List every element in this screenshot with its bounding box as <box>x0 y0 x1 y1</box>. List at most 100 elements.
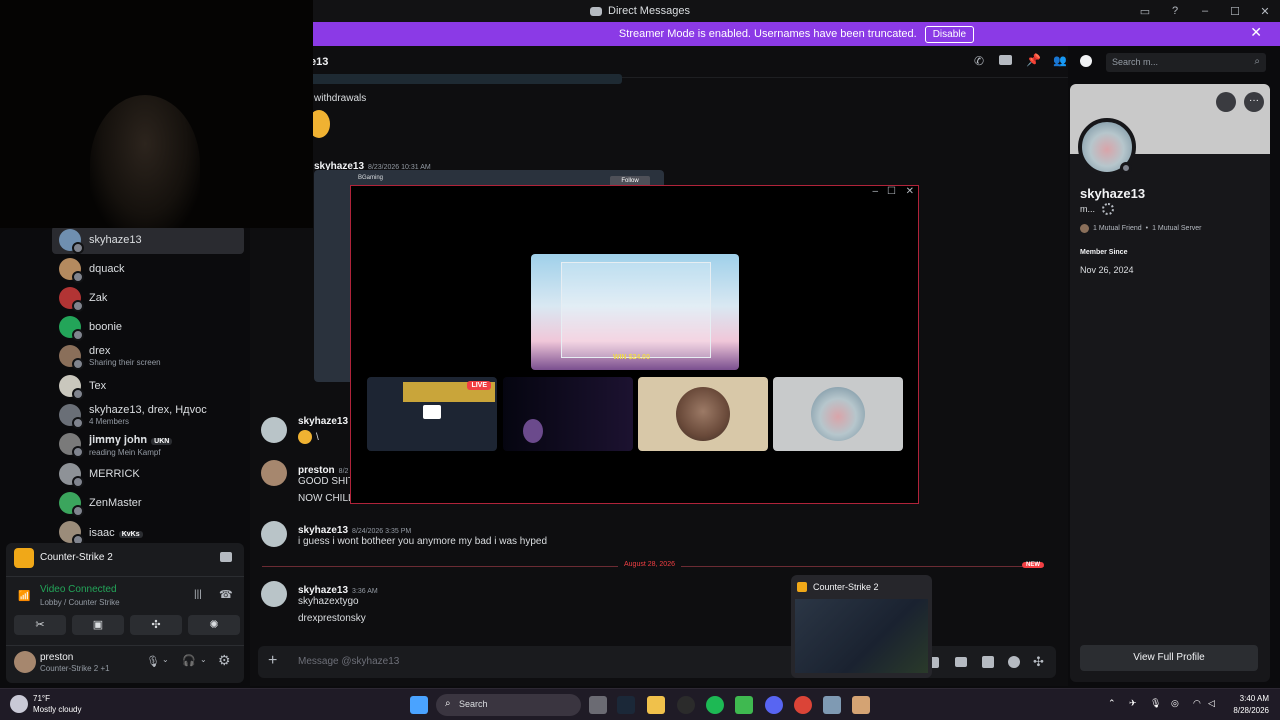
voice-channel[interactable]: Lobby / Counter Strike <box>40 598 120 607</box>
help-icon[interactable]: ? <box>1160 5 1190 17</box>
embed-remnant <box>298 74 622 84</box>
stream-video[interactable]: WIN $24.00 <box>531 254 739 370</box>
gear-icon[interactable]: ⚙ <box>218 652 231 669</box>
self-avatar[interactable] <box>14 651 36 673</box>
close-button[interactable]: ✕ <box>906 186 914 197</box>
activities-button[interactable]: ✣ <box>130 615 182 635</box>
spotify-icon[interactable] <box>706 696 724 714</box>
dm-item[interactable]: 𝐣𝐢𝐦𝐦𝐲 𝐣𝐨𝐡𝐧 UKN reading Mein Kampf <box>52 430 244 458</box>
camera-off-button[interactable]: ✂ <box>14 615 66 635</box>
mutual-servers[interactable]: 1 Mutual Server <box>1152 225 1201 232</box>
emoji-picker-icon[interactable] <box>1008 656 1020 668</box>
maximize-button[interactable]: ☐ <box>1220 5 1250 18</box>
avatar[interactable] <box>261 460 287 486</box>
streamer-mode-banner: Streamer Mode is enabled. Usernames have… <box>313 22 1280 46</box>
mutuals[interactable]: 1 Mutual Friend • 1 Mutual Server <box>1080 224 1202 233</box>
message-author[interactable]: preston <box>298 465 335 476</box>
more-icon[interactable]: ··· <box>1244 92 1264 112</box>
dm-item[interactable]: ZenMaster <box>52 489 244 517</box>
taskbar-search[interactable]: ⌕ Search <box>436 694 581 716</box>
dm-item[interactable]: Tex <box>52 372 244 400</box>
search-label: Search <box>459 699 488 709</box>
chevron-up-icon[interactable]: ⌃ <box>1108 698 1116 709</box>
sticker-icon[interactable] <box>982 656 994 668</box>
dm-subtitle: 4 Members <box>89 416 130 426</box>
task-view-icon[interactable] <box>589 696 607 714</box>
participant-tile[interactable] <box>638 377 768 451</box>
dm-item[interactable]: skyhaze13 <box>52 226 244 254</box>
wifi-icon[interactable]: ◠ <box>1193 698 1201 709</box>
dm-item[interactable]: isaac KvKs <box>52 518 244 546</box>
headphones-icon[interactable]: 🎧 <box>182 654 196 667</box>
user-profile-icon[interactable] <box>1080 55 1092 67</box>
view-full-profile-button[interactable]: View Full Profile <box>1080 645 1258 671</box>
stream-tile-screen[interactable]: LIVE <box>367 377 497 451</box>
gif-icon[interactable] <box>955 657 967 667</box>
file-explorer-icon[interactable] <box>647 696 665 714</box>
add-friend-icon[interactable]: 👥 <box>1053 54 1067 67</box>
microphone-icon[interactable]: 🎙 <box>1150 698 1161 709</box>
screen-share-button[interactable]: ▣ <box>72 615 124 635</box>
dm-name: drex <box>89 344 111 357</box>
microphone-icon[interactable]: 🎙 <box>146 655 160 668</box>
disable-button[interactable]: Disable <box>924 25 975 43</box>
obs-icon[interactable] <box>677 696 695 714</box>
discord-icon <box>590 6 603 16</box>
date-divider-label: August 28, 2026 <box>618 561 681 568</box>
participant-tile[interactable] <box>773 377 903 451</box>
clock-time[interactable]: 3:40 AM <box>1224 694 1269 703</box>
dm-item[interactable]: drex Sharing their screen <box>52 342 244 370</box>
avatar[interactable] <box>261 521 287 547</box>
chevron-down-icon[interactable]: ⌄ <box>200 655 207 664</box>
dm-item[interactable]: skyhaze13, drex, Hдvoc 4 Members <box>52 401 244 429</box>
dm-name: boonie <box>89 320 123 333</box>
apps-icon[interactable]: ✣ <box>1033 654 1044 670</box>
message-author[interactable]: skyhaze13 <box>298 525 348 536</box>
message-composer[interactable]: + Message @skyhaze13 ✣ <box>258 646 1056 678</box>
taskbar-preview[interactable]: Counter-Strike 2 <box>791 575 932 678</box>
discord-icon[interactable] <box>765 696 783 714</box>
avatar[interactable] <box>261 581 287 607</box>
inbox-icon[interactable]: ▭ <box>1130 5 1160 18</box>
maximize-button[interactable]: ☐ <box>887 186 896 197</box>
chrome-icon[interactable] <box>794 696 812 714</box>
disconnect-icon[interactable]: ☎ <box>219 588 233 601</box>
pin-icon[interactable]: 📌 <box>1026 53 1041 67</box>
close-button[interactable]: ✕ <box>1250 5 1280 18</box>
volume-icon[interactable]: ◁ <box>1208 698 1215 709</box>
dm-item[interactable]: dquack <box>52 255 244 283</box>
chevron-down-icon[interactable]: ⌄ <box>162 655 169 664</box>
clock-date[interactable]: 8/28/2026 <box>1224 706 1269 715</box>
add-friend-icon[interactable] <box>1216 92 1236 112</box>
dm-item[interactable]: boonie <box>52 313 244 341</box>
minimize-button[interactable]: – <box>1190 5 1220 17</box>
camera-tile[interactable] <box>503 377 633 451</box>
notepad-icon[interactable] <box>823 696 841 714</box>
dm-item[interactable]: MERRICK <box>52 460 244 488</box>
minimize-button[interactable]: – <box>872 186 878 197</box>
avatar <box>59 345 84 370</box>
counter-strike-icon[interactable] <box>852 696 870 714</box>
noise-suppression-icon[interactable]: ||| <box>194 589 202 600</box>
location-icon[interactable]: ◎ <box>1171 698 1179 709</box>
windows-start-icon[interactable] <box>410 696 428 714</box>
call-icon[interactable]: ✆ <box>974 54 984 68</box>
soundboard-button[interactable]: ✺ <box>188 615 240 635</box>
avatar <box>59 404 84 429</box>
mutual-avatar <box>1080 224 1089 233</box>
avatar[interactable] <box>261 417 287 443</box>
tray-app-icon[interactable]: ✈ <box>1129 698 1137 709</box>
message-author[interactable]: skyhaze13 <box>298 585 348 596</box>
video-call-icon[interactable] <box>999 55 1012 65</box>
camera-person <box>523 419 543 443</box>
dm-item[interactable]: Zak <box>52 284 244 312</box>
add-attachment-icon[interactable]: + <box>268 652 277 670</box>
activity-icon[interactable] <box>220 552 232 562</box>
live-app-icon[interactable] <box>735 696 753 714</box>
banner-close-icon[interactable]: ✕ <box>1250 24 1262 41</box>
weather-icon[interactable] <box>10 695 28 713</box>
steam-icon[interactable] <box>617 696 635 714</box>
mutual-friends[interactable]: 1 Mutual Friend <box>1093 225 1142 232</box>
search-input[interactable]: Search m... ⌕ <box>1106 53 1266 72</box>
message-author[interactable]: skyhaze13 <box>298 416 348 427</box>
